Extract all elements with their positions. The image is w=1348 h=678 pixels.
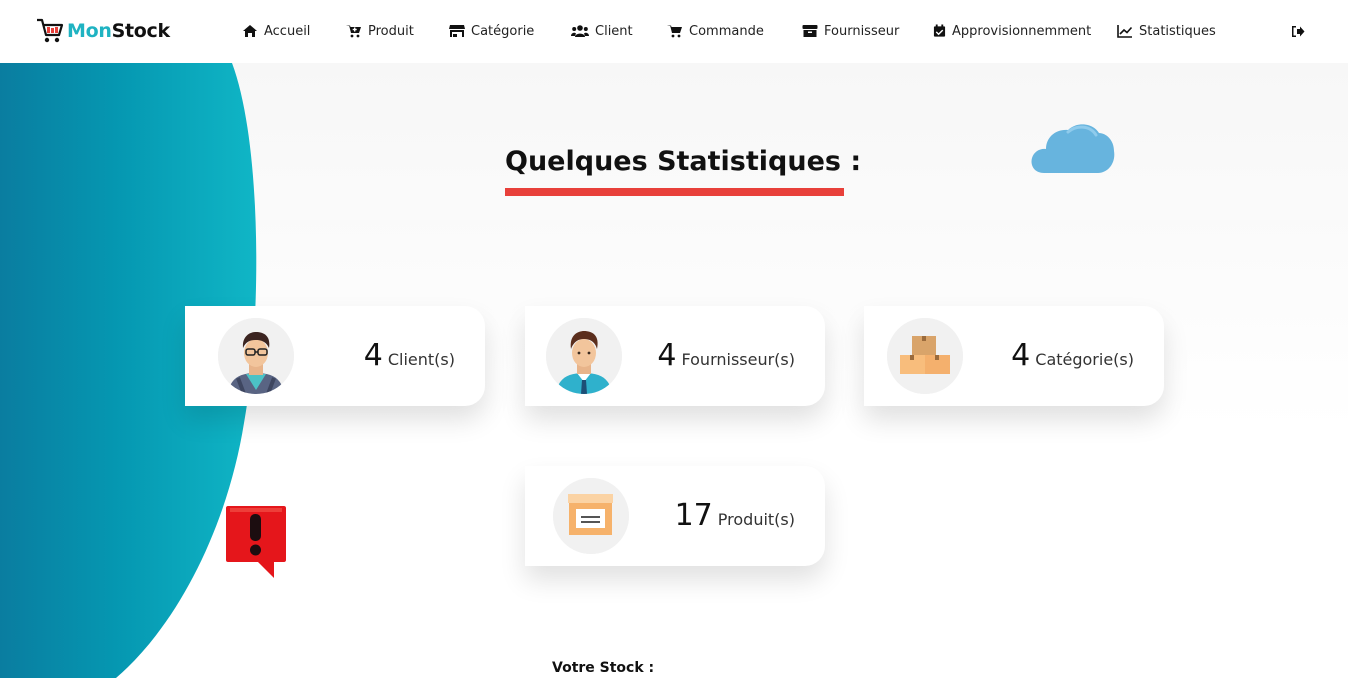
nav-label: Produit xyxy=(368,23,414,39)
nav-item-approvisionnement[interactable]: Approvisionnemment xyxy=(933,21,1091,41)
sign-out-icon xyxy=(1292,26,1305,37)
brand-name: MonStock xyxy=(67,20,170,42)
statistics-section: Quelques Statistiques : 4 Client(s) 4 Fo… xyxy=(0,63,1348,678)
shopping-cart-icon xyxy=(667,25,682,38)
title-underline xyxy=(505,188,844,196)
nav-item-commande[interactable]: Commande xyxy=(667,21,764,41)
nav-label: Client xyxy=(595,23,633,39)
nav-item-categorie[interactable]: Catégorie xyxy=(449,21,534,41)
box-icon xyxy=(802,25,818,37)
stat-value: 17 Produit(s) xyxy=(675,498,795,533)
nav-label: Fournisseur xyxy=(824,23,900,39)
brand-logo[interactable]: MonStock xyxy=(36,17,170,45)
stat-number: 4 xyxy=(363,338,383,373)
nav-item-fournisseur[interactable]: Fournisseur xyxy=(802,21,899,41)
stat-label: Client(s) xyxy=(387,350,455,369)
stat-label: Fournisseur(s) xyxy=(681,350,796,369)
page-title: Quelques Statistiques : xyxy=(505,146,862,177)
stat-number: 17 xyxy=(674,498,713,533)
alert-icon xyxy=(226,506,286,578)
stock-section-title: Votre Stock : xyxy=(552,660,655,676)
navbar: MonStock Accueil Produit Catégorie Clien… xyxy=(0,0,1348,63)
stat-label: Catégorie(s) xyxy=(1035,350,1134,369)
stat-number: 4 xyxy=(1011,338,1031,373)
cloud-icon xyxy=(1031,124,1115,173)
stat-card-clients[interactable]: 4 Client(s) xyxy=(185,306,485,406)
nav-item-accueil[interactable]: Accueil xyxy=(242,21,310,41)
stat-value: 4 Catégorie(s) xyxy=(1011,338,1134,373)
nav-label: Catégorie xyxy=(471,23,535,39)
boxes-icon xyxy=(887,318,963,394)
nav-label: Accueil xyxy=(264,23,311,39)
stat-value: 4 Client(s) xyxy=(364,338,455,373)
stat-number: 4 xyxy=(657,338,677,373)
nav-item-client[interactable]: Client xyxy=(571,21,633,41)
cart-plus-icon xyxy=(346,25,361,38)
calendar-check-icon xyxy=(933,24,946,37)
logout-button[interactable] xyxy=(1290,24,1305,39)
nav-label: Approvisionnemment xyxy=(952,23,1092,39)
stat-card-fournisseurs[interactable]: 4 Fournisseur(s) xyxy=(525,306,825,406)
nav-item-statistiques[interactable]: Statistiques xyxy=(1117,21,1216,41)
nav-label: Statistiques xyxy=(1139,23,1216,39)
users-icon xyxy=(571,25,589,37)
client-avatar-icon xyxy=(218,318,294,394)
store-icon xyxy=(449,25,465,37)
stat-card-categories[interactable]: 4 Catégorie(s) xyxy=(864,306,1164,406)
stat-label: Produit(s) xyxy=(717,510,795,529)
stat-card-produits[interactable]: 17 Produit(s) xyxy=(525,466,825,566)
archive-box-icon xyxy=(553,478,629,554)
supplier-avatar-icon xyxy=(546,318,622,394)
stat-value: 4 Fournisseur(s) xyxy=(657,338,795,373)
nav-label: Commande xyxy=(689,23,764,39)
home-icon xyxy=(243,25,257,37)
nav-item-produit[interactable]: Produit xyxy=(346,21,414,41)
shopping-cart-icon xyxy=(37,18,64,43)
chart-line-icon xyxy=(1117,25,1133,38)
